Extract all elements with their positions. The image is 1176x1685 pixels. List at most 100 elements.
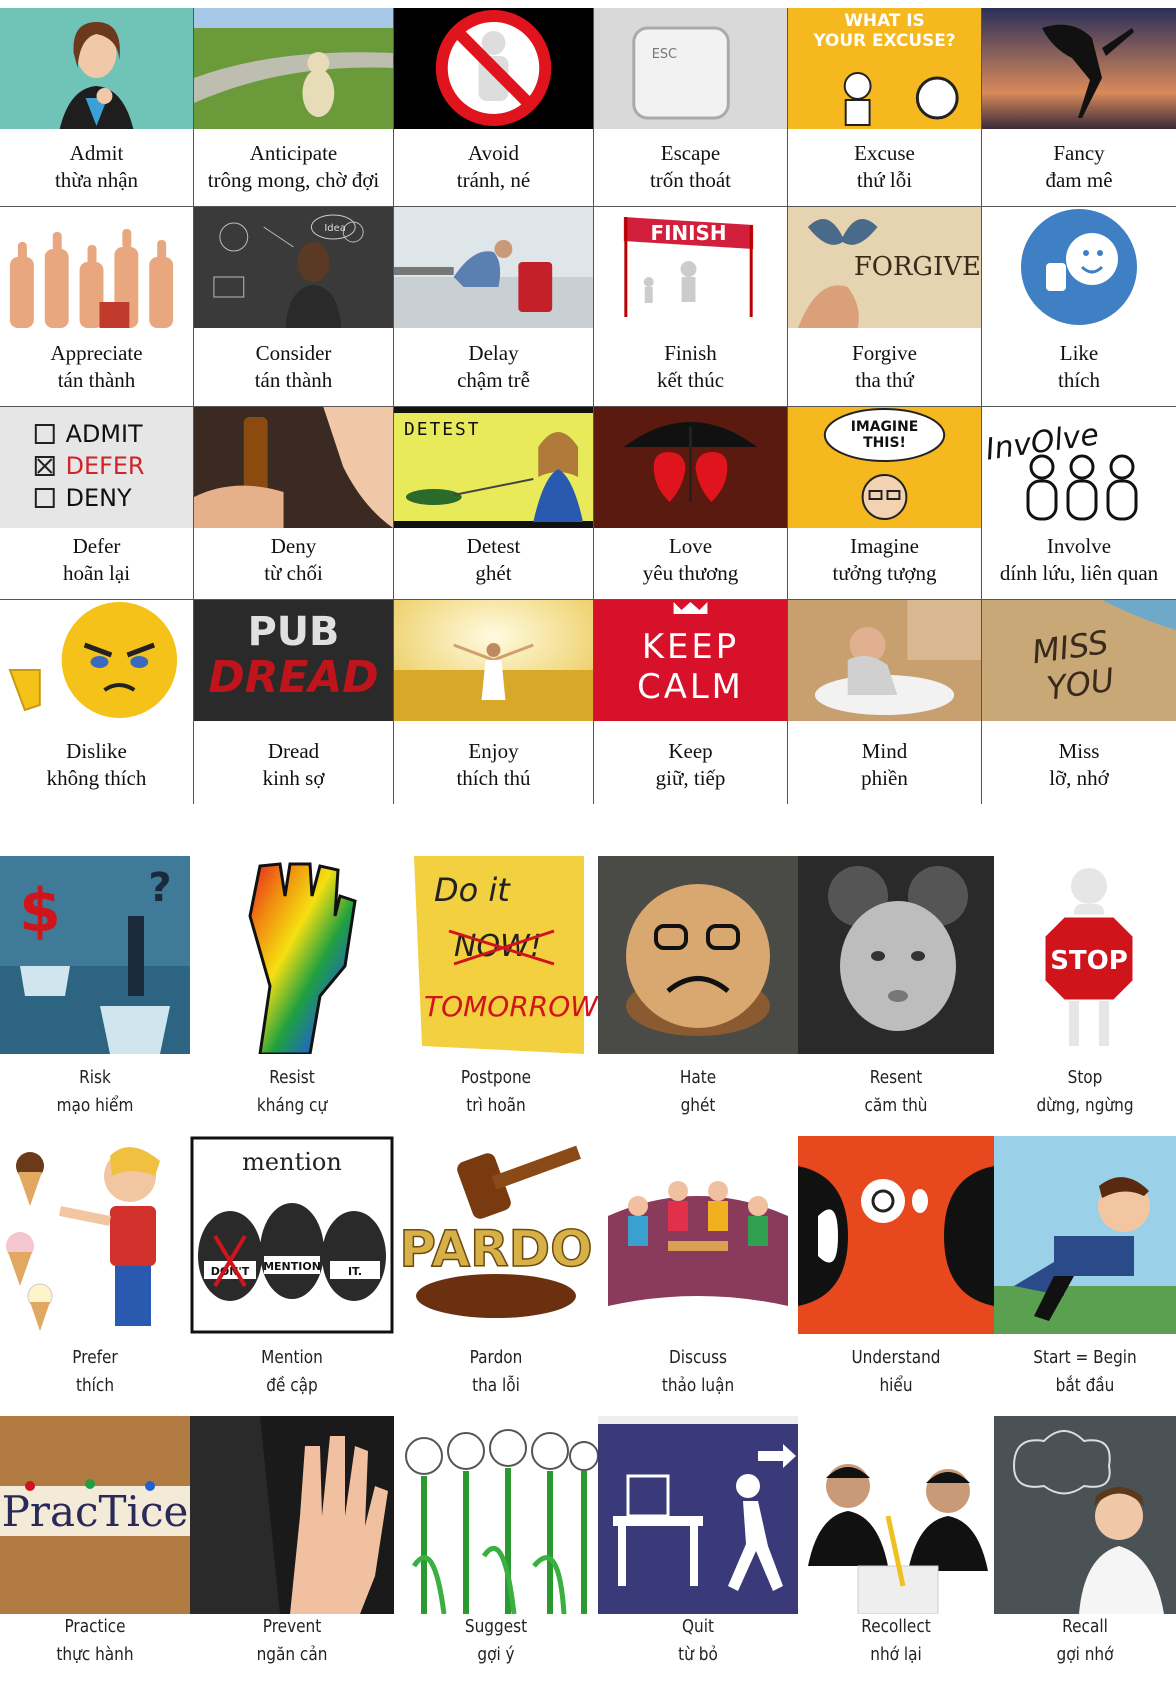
card-quit: Quit từ bỏ xyxy=(598,1416,798,1685)
svg-text:FORGIVE: FORGIVE xyxy=(854,252,981,282)
card-caption: Understand hiểu xyxy=(813,1336,980,1416)
card-prefer: Prefer thích xyxy=(0,1136,190,1416)
card-word: Like xyxy=(1059,341,1099,365)
card-word: Love xyxy=(668,534,713,558)
card-meaning: gợi ý xyxy=(477,1644,515,1665)
thumbs-up-crowd-icon xyxy=(0,207,193,328)
card-word: Recall xyxy=(1062,1616,1108,1637)
sticky-note-icon: Do it NOW! TOMORROW xyxy=(394,856,598,1054)
card-appreciate: Appreciate tán thành xyxy=(0,207,194,407)
card-word: Mind xyxy=(861,739,908,763)
svg-text:STOP: STOP xyxy=(1050,946,1128,976)
forgive-butterfly-icon: FORGIVE xyxy=(788,207,981,328)
svg-text:PracTice: PracTice xyxy=(2,1487,189,1536)
svg-text:DON'T: DON'T xyxy=(211,1265,250,1278)
card-caption: Love yêu thương xyxy=(594,523,787,599)
card-word: Escape xyxy=(660,141,721,165)
svg-text:ESC: ESC xyxy=(652,47,677,62)
card-meaning: hiểu xyxy=(879,1375,913,1396)
card-caption: Dislike không thích xyxy=(0,728,193,804)
card-caption: Involve dính lứu, liên quan xyxy=(982,523,1176,599)
card-word: Understand xyxy=(851,1347,941,1368)
card-keep: KEEP CALM Keep giữ, tiếp xyxy=(594,600,788,804)
card-meaning: thực hành xyxy=(56,1644,134,1665)
svg-text:PARDO: PARDO xyxy=(399,1220,592,1278)
svg-text:MENTION: MENTION xyxy=(263,1260,321,1273)
card-meaning: thừa nhận xyxy=(54,168,139,192)
excuse-poster-icon: WHAT IS YOUR EXCUSE? xyxy=(788,8,981,129)
miss-you-sand-icon: MISS YOU xyxy=(982,600,1176,721)
heads-idea-icon xyxy=(798,1136,994,1334)
card-mention: mention DON'T MENTION IT. Mention đề cập xyxy=(190,1136,394,1416)
card-caption: Pardon tha lỗi xyxy=(409,1336,582,1416)
card-hate: Hate ghét xyxy=(598,856,798,1136)
card-caption: Quit từ bỏ xyxy=(613,1605,783,1685)
card-meaning: kết thúc xyxy=(656,368,725,392)
ice-cream-kid-icon xyxy=(0,1136,190,1334)
card-word: Prefer xyxy=(72,1347,118,1368)
waiting-traveler-icon xyxy=(394,207,593,328)
svg-text:DEFER: DEFER xyxy=(66,452,145,480)
card-meaning: thích xyxy=(75,1375,115,1396)
card-caption: Risk mạo hiểm xyxy=(14,1056,176,1136)
detest-food-icon: DETEST xyxy=(394,407,593,528)
avoid-sign-icon xyxy=(394,8,593,129)
card-caption: Avoid tránh, né xyxy=(394,130,593,206)
practice-letters-icon: PracTice xyxy=(0,1416,190,1614)
thinking-man-icon: Idea xyxy=(194,207,393,328)
card-meaning: từ bỏ xyxy=(678,1644,718,1665)
card-word: Enjoy xyxy=(468,739,519,763)
card-resist: Resist kháng cự xyxy=(190,856,394,1136)
card-like: Like thích xyxy=(982,207,1176,407)
exit-desk-icon xyxy=(598,1416,798,1614)
card-caption: Resist kháng cự xyxy=(205,1056,378,1136)
card-meaning: mạo hiểm xyxy=(56,1095,134,1116)
svg-text:TOMORROW: TOMORROW xyxy=(424,990,598,1023)
card-word: Fancy xyxy=(1053,141,1105,165)
card-meaning: phiền xyxy=(861,766,908,790)
students-exam-icon xyxy=(798,1416,994,1614)
like-smiley-icon xyxy=(982,207,1176,328)
stop-sign-icon: STOP xyxy=(994,856,1176,1054)
card-suggest: Suggest gợi ý xyxy=(394,1416,598,1685)
card-meaning: đam mê xyxy=(1045,168,1113,192)
card-caption: Detest ghét xyxy=(394,523,593,599)
card-word: Mention xyxy=(261,1347,323,1368)
dancer-silhouette-icon xyxy=(982,8,1176,129)
svg-text:IT.: IT. xyxy=(348,1265,362,1278)
card-word: Postpone xyxy=(460,1067,532,1088)
discussion-group-icon xyxy=(598,1136,798,1334)
card-word: Delay xyxy=(468,341,519,365)
card-caption: Suggest gợi ý xyxy=(409,1605,582,1685)
svg-text:Idea: Idea xyxy=(324,223,345,234)
card-meaning: dừng, ngừng xyxy=(1036,1095,1134,1116)
card-caption: Appreciate tán thành xyxy=(0,330,193,406)
card-word: Finish xyxy=(664,341,717,365)
card-word: Involve xyxy=(1046,534,1112,558)
card-caption: Prefer thích xyxy=(14,1336,176,1416)
card-risk: $ ? Risk mạo hiểm xyxy=(0,856,190,1136)
card-word: Suggest xyxy=(464,1616,528,1637)
card-word: Risk xyxy=(79,1067,111,1088)
card-caption: Recollect nhớ lại xyxy=(813,1605,980,1685)
card-meaning: thích thú xyxy=(456,766,531,790)
svg-text:DREAD: DREAD xyxy=(208,652,378,703)
card-excuse: WHAT IS YOUR EXCUSE? Excuse thứ lỗi xyxy=(788,8,982,207)
card-meaning: yêu thương xyxy=(642,561,739,585)
card-meaning: tha lỗi xyxy=(472,1375,520,1396)
mention-faces-icon: mention DON'T MENTION IT. xyxy=(190,1136,394,1334)
svg-text:IMAGINE: IMAGINE xyxy=(851,419,919,435)
card-delay: Delay chậm trễ xyxy=(394,207,594,407)
card-caption: Delay chậm trễ xyxy=(394,330,593,406)
card-meaning: lỡ, nhớ xyxy=(1049,766,1109,790)
card-discuss: Discuss thảo luận xyxy=(598,1136,798,1416)
card-word: Dislike xyxy=(66,739,127,763)
card-meaning: tránh, né xyxy=(456,168,531,192)
card-meaning: tưởng tượng xyxy=(832,561,937,585)
esc-key-icon: ESC xyxy=(594,8,787,129)
card-word: Prevent xyxy=(262,1616,322,1637)
card-meaning: bắt đầu xyxy=(1055,1375,1115,1396)
card-word: Forgive xyxy=(852,341,917,365)
card-pardon: PARDO Pardon tha lỗi xyxy=(394,1136,598,1416)
lightbulbs-icon xyxy=(394,1416,598,1614)
